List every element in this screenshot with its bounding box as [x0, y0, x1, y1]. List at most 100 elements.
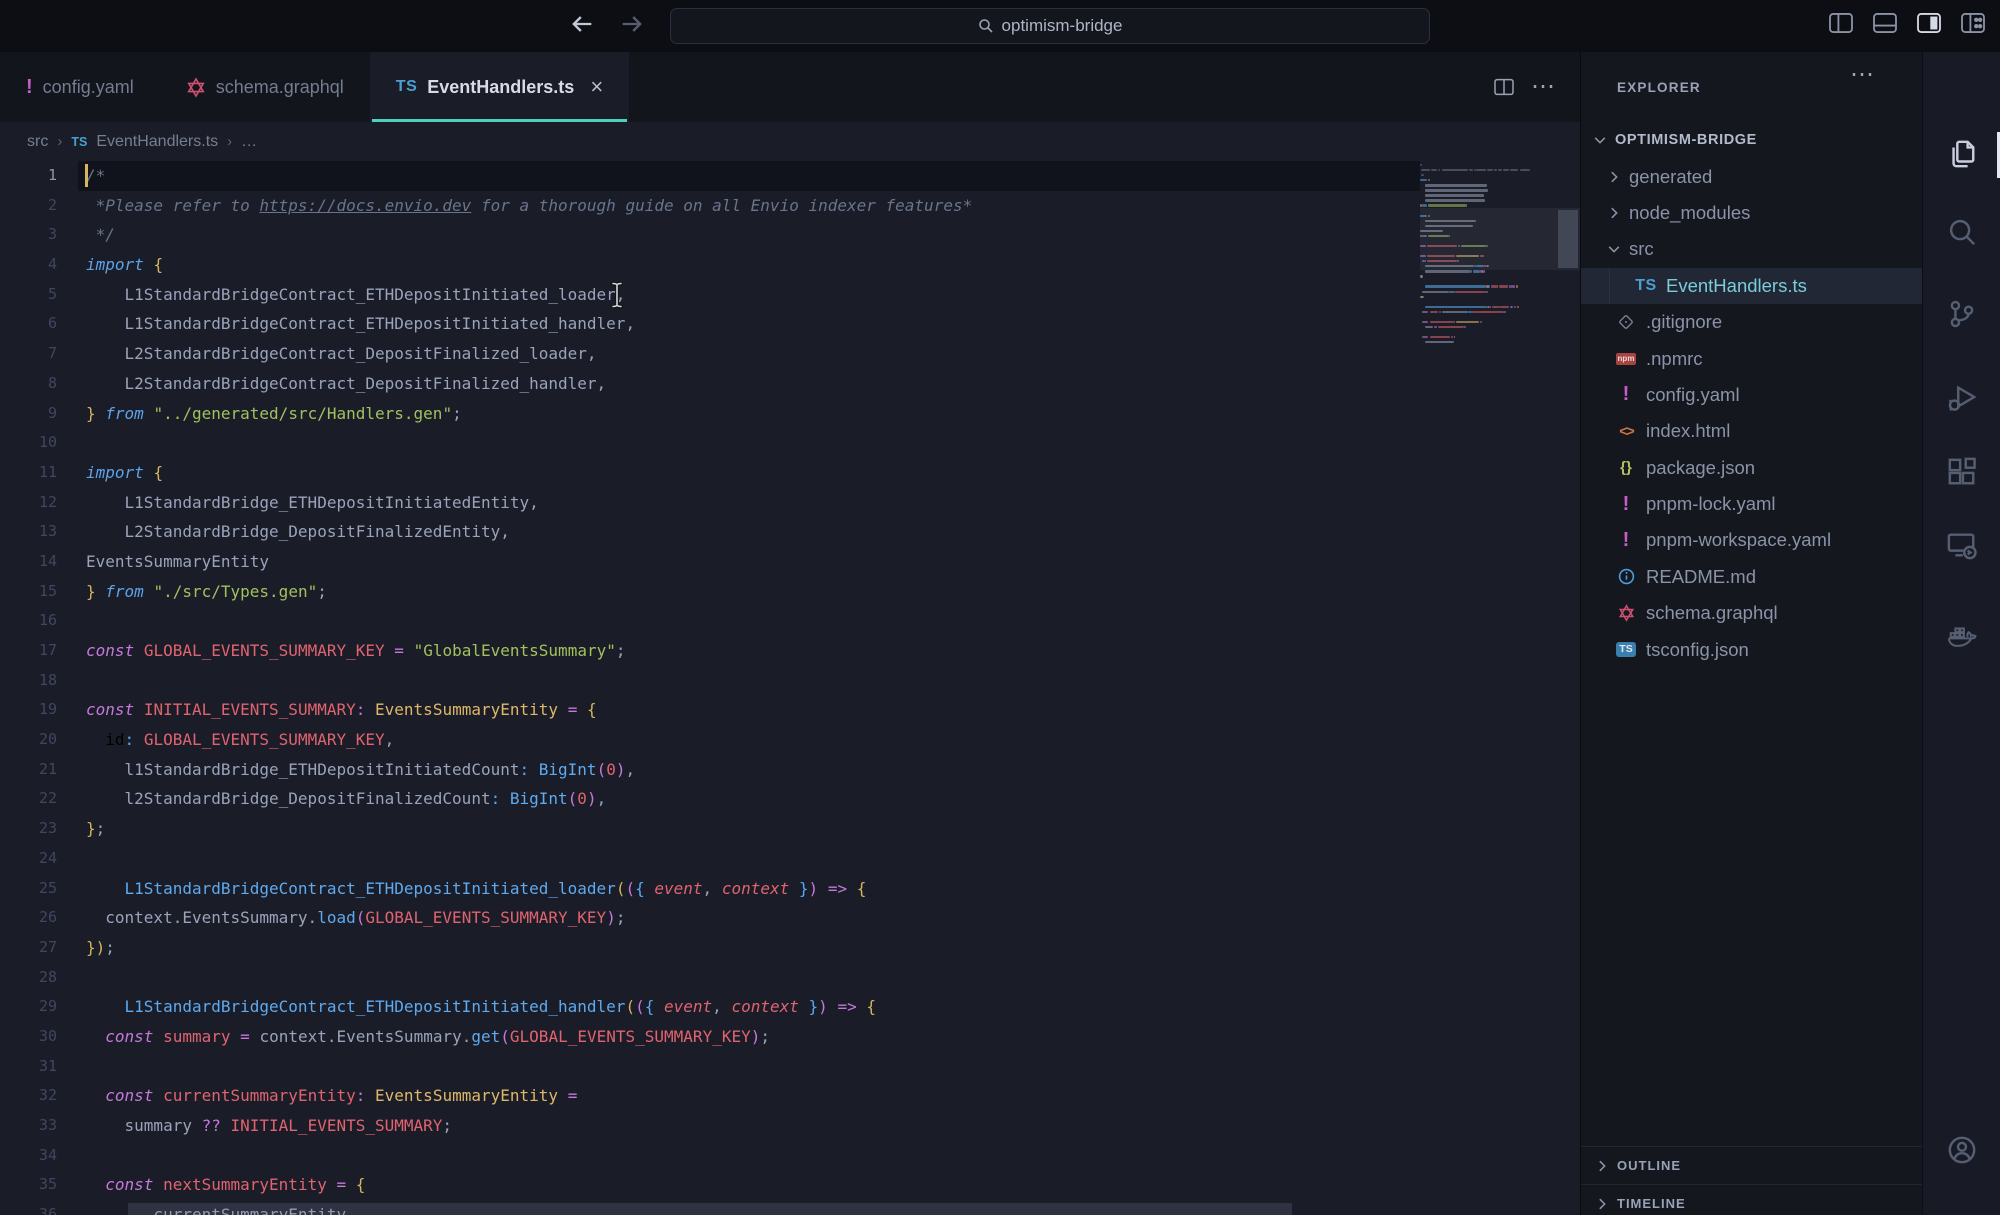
docker-icon[interactable]	[1947, 620, 1977, 650]
code-line[interactable]: 24	[0, 844, 1580, 874]
tree-item-index-html[interactable]: <>index.html	[1581, 413, 1923, 449]
horizontal-scrollbar[interactable]	[128, 1203, 1292, 1215]
views-and-more-actions-icon[interactable]: ⋯	[1850, 70, 1875, 80]
line-number[interactable]: 26	[0, 903, 57, 933]
line-number[interactable]: 9	[0, 399, 57, 429]
line-number[interactable]: 23	[0, 814, 57, 844]
tab-config-yaml[interactable]: ! config.yaml	[0, 52, 160, 122]
minimap[interactable]	[1420, 161, 1558, 1215]
line-number[interactable]: 16	[0, 606, 57, 636]
section-outline[interactable]: OUTLINE	[1581, 1146, 1923, 1184]
toggle-panel-bottom-icon[interactable]	[1872, 12, 1898, 34]
code-line[interactable]: 30 const summary = context.EventsSummary…	[0, 1022, 1580, 1052]
code-line[interactable]: 22 l2StandardBridge_DepositFinalizedCoun…	[0, 784, 1580, 814]
code-line[interactable]: 26 context.EventsSummary.load(GLOBAL_EVE…	[0, 903, 1580, 933]
tree-root-optimism-bridge[interactable]: OPTIMISM-BRIDGE	[1581, 122, 1923, 158]
extensions-icon[interactable]	[1947, 457, 1977, 487]
code-editor[interactable]: 1/*2 *Please refer to https://docs.envio…	[0, 161, 1580, 1215]
command-center-search[interactable]: optimism-bridge	[670, 8, 1430, 44]
code-line[interactable]: 15} from "./src/Types.gen";	[0, 577, 1580, 607]
code-line[interactable]: 18	[0, 666, 1580, 696]
line-number[interactable]: 18	[0, 666, 57, 696]
tab-schema-graphql[interactable]: schema.graphql	[160, 52, 370, 122]
tree-item-src[interactable]: src	[1581, 231, 1923, 267]
line-number[interactable]: 14	[0, 547, 57, 577]
breadcrumb-file[interactable]: EventHandlers.ts	[96, 133, 218, 151]
line-number[interactable]: 12	[0, 488, 57, 518]
tree-item-node-modules[interactable]: node_modules	[1581, 195, 1923, 231]
line-number[interactable]: 31	[0, 1052, 57, 1082]
tree-item--npmrc[interactable]: npm.npmrc	[1581, 340, 1923, 376]
toggle-panel-left-icon[interactable]	[1828, 12, 1854, 34]
close-icon[interactable]: ×	[590, 74, 603, 100]
explorer-icon[interactable]	[1947, 139, 1977, 169]
tree-item-pnpm-workspace-yaml[interactable]: !pnpm-workspace.yaml	[1581, 522, 1923, 558]
line-number[interactable]: 29	[0, 992, 57, 1022]
line-number[interactable]: 27	[0, 933, 57, 963]
tree-item-tsconfig-json[interactable]: TStsconfig.json	[1581, 631, 1923, 667]
line-number[interactable]: 17	[0, 636, 57, 666]
customize-layout-icon[interactable]	[1960, 12, 1986, 34]
line-number[interactable]: 2	[0, 191, 57, 221]
code-line[interactable]: 1/*	[0, 161, 1580, 191]
line-number[interactable]: 34	[0, 1141, 57, 1171]
code-line[interactable]: 9} from "../generated/src/Handlers.gen";	[0, 399, 1580, 429]
code-line[interactable]: 20 id: GLOBAL_EVENTS_SUMMARY_KEY,	[0, 725, 1580, 755]
code-line[interactable]: 10	[0, 428, 1580, 458]
breadcrumb-symbol[interactable]: …	[241, 133, 257, 151]
tree-item--gitignore[interactable]: .gitignore	[1581, 304, 1923, 340]
code-line[interactable]: 11import {	[0, 458, 1580, 488]
line-number[interactable]: 3	[0, 220, 57, 250]
line-number[interactable]: 32	[0, 1081, 57, 1111]
code-line[interactable]: 27});	[0, 933, 1580, 963]
code-line[interactable]: 19const INITIAL_EVENTS_SUMMARY: EventsSu…	[0, 695, 1580, 725]
line-number[interactable]: 21	[0, 755, 57, 785]
line-number[interactable]: 20	[0, 725, 57, 755]
code-line[interactable]: 4import {	[0, 250, 1580, 280]
line-number[interactable]: 10	[0, 428, 57, 458]
code-line[interactable]: 16	[0, 606, 1580, 636]
line-number[interactable]: 15	[0, 577, 57, 607]
line-number[interactable]: 8	[0, 369, 57, 399]
code-line[interactable]: 8 L2StandardBridgeContract_DepositFinali…	[0, 369, 1580, 399]
more-actions-icon[interactable]: ⋯	[1531, 82, 1556, 92]
breadcrumb[interactable]: src › TS EventHandlers.ts › …	[0, 122, 1580, 161]
line-number[interactable]: 1	[0, 161, 57, 191]
line-number[interactable]: 13	[0, 517, 57, 547]
tree-item-package-json[interactable]: {}package.json	[1581, 450, 1923, 486]
history-back-icon[interactable]	[568, 10, 596, 38]
code-line[interactable]: 14EventsSummaryEntity	[0, 547, 1580, 577]
tree-item-generated[interactable]: generated	[1581, 158, 1923, 194]
code-line[interactable]: 23};	[0, 814, 1580, 844]
source-control-icon[interactable]	[1947, 299, 1977, 329]
line-number[interactable]: 35	[0, 1170, 57, 1200]
minimap-slider[interactable]	[1420, 208, 1580, 270]
line-number[interactable]: 6	[0, 309, 57, 339]
line-number[interactable]: 36	[0, 1200, 57, 1215]
code-line[interactable]: 3 */	[0, 220, 1580, 250]
code-line[interactable]: 7 L2StandardBridgeContract_DepositFinali…	[0, 339, 1580, 369]
code-line[interactable]: 34	[0, 1141, 1580, 1171]
history-forward-icon[interactable]	[618, 10, 646, 38]
line-number[interactable]: 7	[0, 339, 57, 369]
line-number[interactable]: 24	[0, 844, 57, 874]
line-number[interactable]: 11	[0, 458, 57, 488]
code-line[interactable]: 29 L1StandardBridgeContract_ETHDepositIn…	[0, 992, 1580, 1022]
account-icon[interactable]	[1947, 1135, 1977, 1165]
code-line[interactable]: 31	[0, 1052, 1580, 1082]
code-line[interactable]: 35 const nextSummaryEntity = {	[0, 1170, 1580, 1200]
tree-item-config-yaml[interactable]: !config.yaml	[1581, 377, 1923, 413]
line-number[interactable]: 4	[0, 250, 57, 280]
code-line[interactable]: 12 L1StandardBridge_ETHDepositInitiatedE…	[0, 488, 1580, 518]
toggle-sidebar-right-icon[interactable]	[1916, 12, 1942, 34]
breadcrumb-src[interactable]: src	[27, 133, 48, 151]
tab-eventhandlers-ts[interactable]: TS EventHandlers.ts ×	[370, 52, 629, 122]
split-editor-icon[interactable]	[1493, 78, 1515, 96]
code-line[interactable]: 2 *Please refer to https://docs.envio.de…	[0, 191, 1580, 221]
tree-item-pnpm-lock-yaml[interactable]: !pnpm-lock.yaml	[1581, 486, 1923, 522]
code-line[interactable]: 13 L2StandardBridge_DepositFinalizedEnti…	[0, 517, 1580, 547]
line-number[interactable]: 28	[0, 963, 57, 993]
tree-item-readme-md[interactable]: README.md	[1581, 559, 1923, 595]
code-line[interactable]: 33 summary ?? INITIAL_EVENTS_SUMMARY;	[0, 1111, 1580, 1141]
tree-item-schema-graphql[interactable]: schema.graphql	[1581, 595, 1923, 631]
